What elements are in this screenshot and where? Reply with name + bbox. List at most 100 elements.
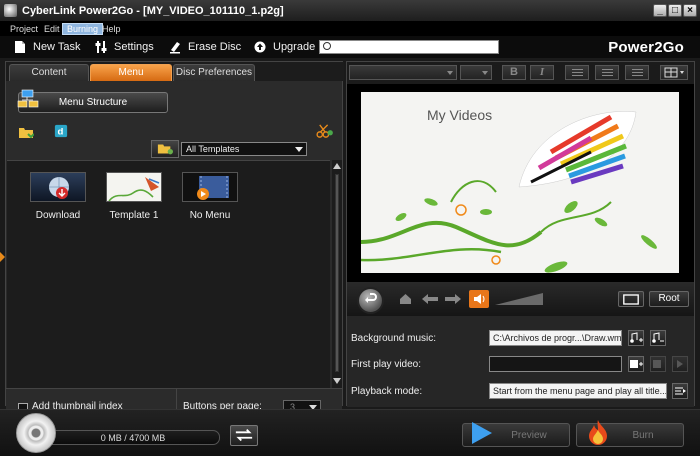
- first-play-video-field[interactable]: [489, 356, 622, 372]
- play-first-video-button[interactable]: [672, 356, 688, 372]
- search-box[interactable]: [319, 40, 499, 54]
- remove-first-play-button[interactable]: [650, 356, 666, 372]
- menu-settings: Background music: C:\Archivos de progr..…: [347, 316, 694, 407]
- monitor-icon: [623, 294, 639, 305]
- first-play-video-label: First play video:: [351, 359, 422, 370]
- scroll-down-icon[interactable]: [333, 378, 341, 384]
- search-input[interactable]: [320, 41, 498, 53]
- background-music-field[interactable]: C:\Archivos de progr...\Draw.wma: [489, 330, 622, 346]
- new-document-icon: [15, 41, 25, 53]
- erase-disc-button[interactable]: Erase Disc: [169, 39, 241, 55]
- menu-help[interactable]: Help: [98, 23, 125, 35]
- font-family-select[interactable]: [349, 65, 457, 80]
- playback-mode-button[interactable]: [672, 383, 688, 399]
- template-item-template-1[interactable]: Template 1: [94, 172, 174, 221]
- volume-slider[interactable]: [495, 293, 543, 305]
- video-add-icon: [630, 360, 643, 368]
- upgrade-arrow-icon: [254, 41, 266, 53]
- template-list-scrollbar[interactable]: [332, 160, 342, 388]
- bold-button[interactable]: B: [502, 65, 526, 80]
- menu-structure-label: Menu Structure: [58, 97, 128, 108]
- return-arrow-icon: [365, 293, 377, 303]
- burn-button[interactable]: Burn: [576, 420, 684, 447]
- close-button[interactable]: ×: [683, 4, 697, 17]
- erase-disc-label: Erase Disc: [188, 41, 242, 53]
- film-play-icon: [182, 172, 238, 202]
- menu-project[interactable]: Project: [6, 23, 42, 35]
- template-item-download[interactable]: Download: [18, 172, 98, 221]
- align-center-button[interactable]: [595, 65, 619, 80]
- layout-button[interactable]: [660, 65, 688, 80]
- text-format-toolbar: B I: [347, 62, 694, 84]
- add-music-button[interactable]: [628, 330, 644, 346]
- menu-burning[interactable]: Burning: [62, 23, 104, 35]
- volume-icon[interactable]: [469, 290, 489, 308]
- minimize-button[interactable]: _: [653, 4, 667, 17]
- directorzone-icon[interactable]: d: [53, 124, 69, 138]
- scroll-up-icon[interactable]: [333, 163, 341, 169]
- tab-strip: Content Menu Preferences Disc Preference…: [6, 62, 344, 94]
- scissors-icon[interactable]: [315, 124, 335, 138]
- eraser-icon: [170, 42, 180, 54]
- background-music-label: Background music:: [351, 333, 437, 344]
- status-bar: 0 MB / 4700 MB Preview Burn: [0, 409, 700, 456]
- align-right-button[interactable]: [625, 65, 649, 80]
- tab-content[interactable]: Content: [9, 64, 89, 81]
- tab-disc-preferences[interactable]: Disc Preferences: [173, 64, 255, 81]
- new-task-label: New Task: [33, 41, 81, 53]
- maximize-button[interactable]: □: [668, 4, 682, 17]
- import-folder-icon[interactable]: [18, 125, 34, 139]
- add-first-play-button[interactable]: [628, 356, 644, 372]
- font-size-select[interactable]: [460, 65, 492, 80]
- upgrade-label: Upgrade: [273, 41, 316, 53]
- menu-structure-button[interactable]: Menu Structure: [17, 89, 168, 113]
- previous-arrow-icon[interactable]: [422, 294, 438, 304]
- align-center-icon: [602, 69, 613, 77]
- preview-menu-title[interactable]: My Videos: [427, 107, 492, 123]
- tab-menu-preferences[interactable]: Menu Preferences: [90, 64, 172, 94]
- color-pencils-icon: [518, 111, 637, 188]
- menu-bar: Project Edit Burning Help: [0, 22, 700, 36]
- display-mode-button[interactable]: [618, 291, 644, 307]
- italic-button[interactable]: I: [530, 65, 554, 80]
- menu-edit[interactable]: Edit: [40, 23, 64, 35]
- home-icon[interactable]: [399, 293, 412, 305]
- align-left-button[interactable]: [565, 65, 589, 80]
- template-label: No Menu: [189, 210, 231, 221]
- template-folder-button[interactable]: [151, 140, 179, 158]
- swap-arrows-icon: [235, 428, 253, 442]
- chevron-down-icon: [447, 71, 453, 75]
- search-icon: [323, 42, 331, 50]
- template-filter-select[interactable]: All Templates: [181, 142, 307, 156]
- new-task-button[interactable]: New Task: [14, 39, 80, 55]
- playback-mode-label: Playback mode:: [351, 386, 423, 397]
- align-left-icon: [572, 69, 583, 77]
- burn-label: Burn: [632, 430, 654, 441]
- menu-preview[interactable]: My Videos: [361, 92, 679, 273]
- right-panel: B I My Videos Root Background music: C:\…: [346, 61, 695, 407]
- upgrade-button[interactable]: Upgrade: [254, 39, 315, 55]
- template-thumbnail: [106, 172, 162, 202]
- settings-sliders-icon: [95, 41, 107, 53]
- play-icon: [677, 360, 683, 368]
- video-remove-icon: [653, 360, 661, 368]
- template-item-no-menu[interactable]: No Menu: [170, 172, 250, 221]
- next-arrow-icon[interactable]: [445, 294, 461, 304]
- scroll-track[interactable]: [335, 174, 339, 372]
- preview-button[interactable]: Preview: [462, 422, 570, 447]
- return-button[interactable]: [357, 287, 384, 314]
- preview-navigation-bar: Root: [347, 282, 694, 316]
- svg-text:d: d: [58, 127, 64, 138]
- panel-collapse-arrow-icon[interactable]: [0, 252, 5, 262]
- settings-button[interactable]: Settings: [95, 39, 154, 55]
- settings-label: Settings: [114, 41, 154, 53]
- music-settings-button[interactable]: [650, 330, 666, 346]
- playback-mode-field[interactable]: Start from the menu page and play all ti…: [489, 383, 667, 399]
- disc-icon[interactable]: [16, 413, 56, 453]
- menu-preview-frame: My Videos: [347, 84, 694, 282]
- root-button[interactable]: Root: [649, 291, 689, 307]
- swap-button[interactable]: [230, 425, 258, 446]
- preview-label: Preview: [511, 430, 547, 441]
- brand-logo: Power2Go: [608, 39, 684, 56]
- playback-settings-icon: [675, 387, 686, 395]
